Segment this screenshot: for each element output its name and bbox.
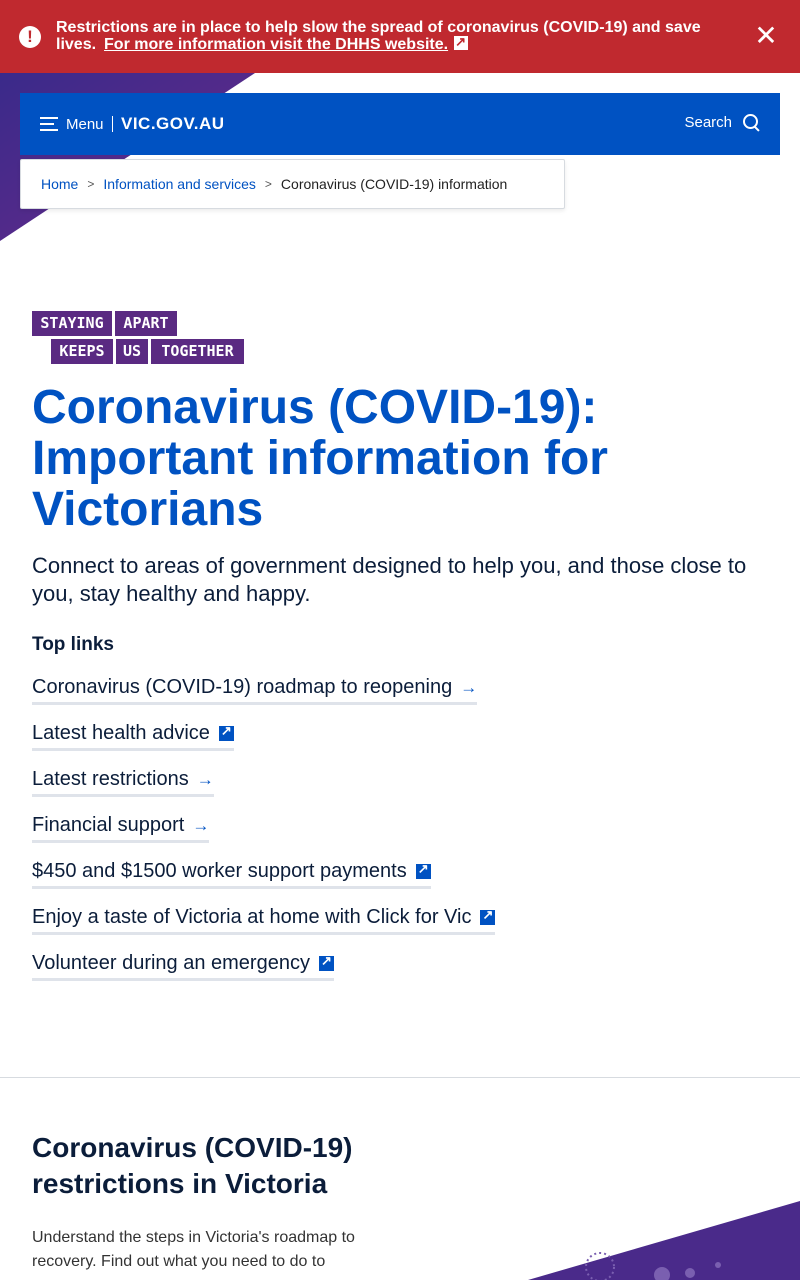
- link-label: $450 and $1500 worker support payments: [32, 860, 407, 882]
- alert-dhhs-link[interactable]: For more information visit the DHHS webs…: [104, 36, 448, 53]
- top-links-heading: Top links: [32, 634, 114, 655]
- link-label: Latest health advice: [32, 722, 210, 744]
- link-label: Financial support: [32, 814, 185, 836]
- logo-word: US: [116, 339, 148, 364]
- exclamation-circle-icon: !: [19, 26, 41, 48]
- alert-link-text: For more information visit the DHHS webs…: [104, 36, 449, 53]
- search-button[interactable]: Search: [684, 113, 760, 131]
- logo-word: TOGETHER: [151, 339, 244, 364]
- brand-logo[interactable]: VIC.GOV.AU: [121, 114, 225, 134]
- hamburger-icon: [40, 117, 58, 131]
- top-link-volunteer[interactable]: Volunteer during an emergency: [32, 952, 334, 981]
- external-link-icon: [480, 907, 496, 925]
- arrow-right-icon: →: [460, 677, 478, 697]
- top-link-click-for-vic[interactable]: Enjoy a taste of Victoria at home with C…: [32, 906, 496, 935]
- menu-label: Menu: [66, 115, 104, 133]
- external-link-icon: [318, 953, 334, 971]
- section-divider: [0, 1077, 800, 1078]
- top-link-worker-payments[interactable]: $450 and $1500 worker support payments: [32, 860, 431, 889]
- external-link-icon: [218, 723, 234, 741]
- arrow-right-icon: →: [196, 769, 214, 789]
- menu-button[interactable]: Menu: [40, 113, 104, 135]
- chevron-right-icon: >: [87, 177, 95, 191]
- external-link-icon: [454, 33, 469, 50]
- link-label: Volunteer during an emergency: [32, 952, 310, 974]
- close-icon[interactable]: ✕: [754, 22, 778, 50]
- link-label: Enjoy a taste of Victoria at home with C…: [32, 906, 472, 928]
- bottom-decoration: [528, 1201, 800, 1280]
- staying-apart-logo: STAYING APART KEEPS US TOGETHER: [32, 311, 244, 365]
- external-link-icon: [415, 861, 431, 879]
- alert-message: Restrictions are in place to help slow t…: [56, 19, 736, 53]
- logo-word: KEEPS: [51, 339, 113, 364]
- logo-word: APART: [115, 311, 177, 336]
- logo-word: STAYING: [32, 311, 112, 336]
- top-link-roadmap[interactable]: Coronavirus (COVID-19) roadmap to reopen…: [32, 676, 478, 705]
- top-link-financial-support[interactable]: Financial support →: [32, 814, 210, 843]
- breadcrumb-information-services[interactable]: Information and services: [103, 176, 256, 192]
- link-label: Latest restrictions: [32, 768, 189, 790]
- chevron-right-icon: >: [264, 177, 272, 191]
- search-icon: [742, 113, 760, 131]
- alert-banner: ! Restrictions are in place to help slow…: [0, 0, 800, 73]
- breadcrumb-home[interactable]: Home: [41, 176, 78, 192]
- top-link-restrictions[interactable]: Latest restrictions →: [32, 768, 214, 797]
- page-intro: Connect to areas of government designed …: [32, 553, 747, 606]
- page-title: Coronavirus (COVID-19): Important inform…: [32, 381, 608, 536]
- breadcrumb-current: Coronavirus (COVID-19) information: [280, 176, 508, 192]
- breadcrumb: Home > Information and services > Corona…: [20, 159, 565, 209]
- nav-divider: [112, 116, 113, 132]
- main-navbar: Menu VIC.GOV.AU Search: [20, 93, 780, 155]
- top-link-health-advice[interactable]: Latest health advice: [32, 722, 234, 751]
- link-label: Coronavirus (COVID-19) roadmap to reopen…: [32, 676, 453, 698]
- arrow-right-icon: →: [192, 815, 210, 835]
- top-links-list: Coronavirus (COVID-19) roadmap to reopen…: [32, 676, 496, 998]
- search-label: Search: [684, 113, 732, 131]
- restrictions-section-title: Coronavirus (COVID-19) restrictions in V…: [32, 1132, 353, 1199]
- restrictions-section-text: Understand the steps in Victoria's roadm…: [32, 1229, 355, 1270]
